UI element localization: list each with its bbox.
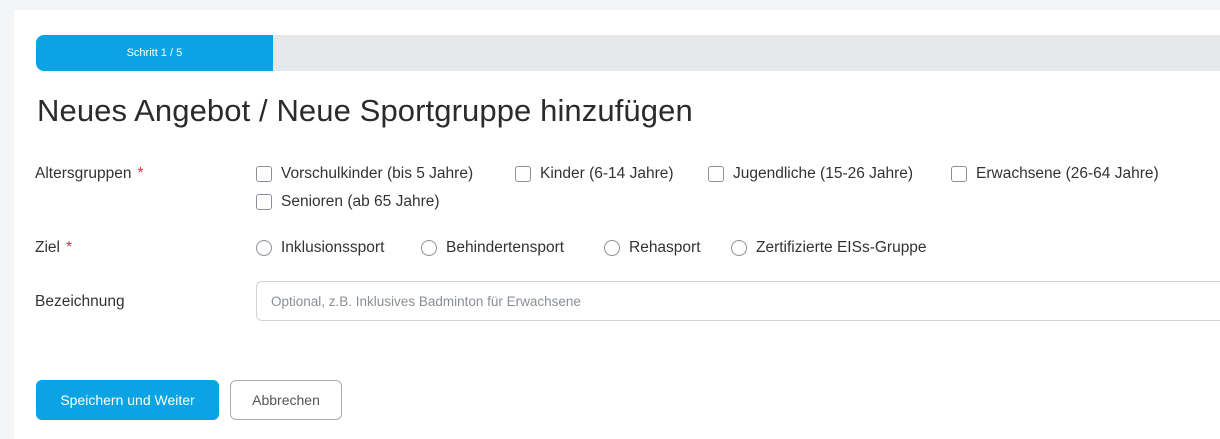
step-progress-label: Schritt 1 / 5 xyxy=(126,47,183,59)
checkbox-box[interactable] xyxy=(256,166,272,182)
save-and-continue-button[interactable]: Speichern und Weiter xyxy=(36,380,219,420)
checkbox-label: Senioren (ab 65 Jahre) xyxy=(281,193,440,210)
required-marker: * xyxy=(65,239,73,256)
checkbox-box[interactable] xyxy=(708,166,724,182)
required-marker: * xyxy=(137,165,144,182)
bezeichnung-input[interactable] xyxy=(256,281,1220,321)
radio-zertifizierte-eiss-gruppe[interactable]: Zertifizierte EISs-Gruppe xyxy=(731,239,927,257)
ziel-label-text: Ziel xyxy=(35,239,60,256)
step-progress-fill: Schritt 1 / 5 xyxy=(36,35,273,71)
radio-label: Rehasport xyxy=(629,239,701,256)
altersgruppen-label: Altersgruppen * xyxy=(35,165,144,183)
radio-behindertensport[interactable]: Behindertensport xyxy=(421,239,564,257)
radio-label: Inklusionssport xyxy=(281,239,385,256)
checkbox-senioren[interactable]: Senioren (ab 65 Jahre) xyxy=(256,193,440,211)
checkbox-vorschulkinder[interactable]: Vorschulkinder (bis 5 Jahre) xyxy=(256,165,473,183)
radio-label: Behindertensport xyxy=(446,239,565,256)
page-title: Neues Angebot / Neue Sportgruppe hinzufü… xyxy=(37,93,693,128)
radio-label: Zertifizierte EISs-Gruppe xyxy=(756,239,927,256)
radio-inklusionssport[interactable]: Inklusionssport xyxy=(256,239,384,257)
checkbox-erwachsene[interactable]: Erwachsene (26-64 Jahre) xyxy=(951,165,1159,183)
checkbox-box[interactable] xyxy=(951,166,967,182)
radio-circle[interactable] xyxy=(604,240,620,256)
form-card: Schritt 1 / 5 Neues Angebot / Neue Sport… xyxy=(14,10,1220,439)
bezeichnung-label: Bezeichnung xyxy=(35,293,125,310)
radio-circle[interactable] xyxy=(731,240,747,256)
checkbox-kinder[interactable]: Kinder (6-14 Jahre) xyxy=(515,165,674,183)
checkbox-label: Vorschulkinder (bis 5 Jahre) xyxy=(281,165,474,182)
radio-circle[interactable] xyxy=(256,240,272,256)
checkbox-label: Kinder (6-14 Jahre) xyxy=(540,165,674,182)
checkbox-label: Jugendliche (15-26 Jahre) xyxy=(733,165,914,182)
altersgruppen-label-text: Altersgruppen xyxy=(35,165,132,182)
checkbox-box[interactable] xyxy=(515,166,531,182)
step-progress-bar: Schritt 1 / 5 xyxy=(36,35,1220,71)
checkbox-box[interactable] xyxy=(256,194,272,210)
radio-rehasport[interactable]: Rehasport xyxy=(604,239,701,257)
checkbox-jugendliche[interactable]: Jugendliche (15-26 Jahre) xyxy=(708,165,913,183)
cancel-button[interactable]: Abbrechen xyxy=(230,380,342,420)
ziel-label: Ziel * xyxy=(35,239,72,257)
radio-circle[interactable] xyxy=(421,240,437,256)
checkbox-label: Erwachsene (26-64 Jahre) xyxy=(976,165,1159,182)
